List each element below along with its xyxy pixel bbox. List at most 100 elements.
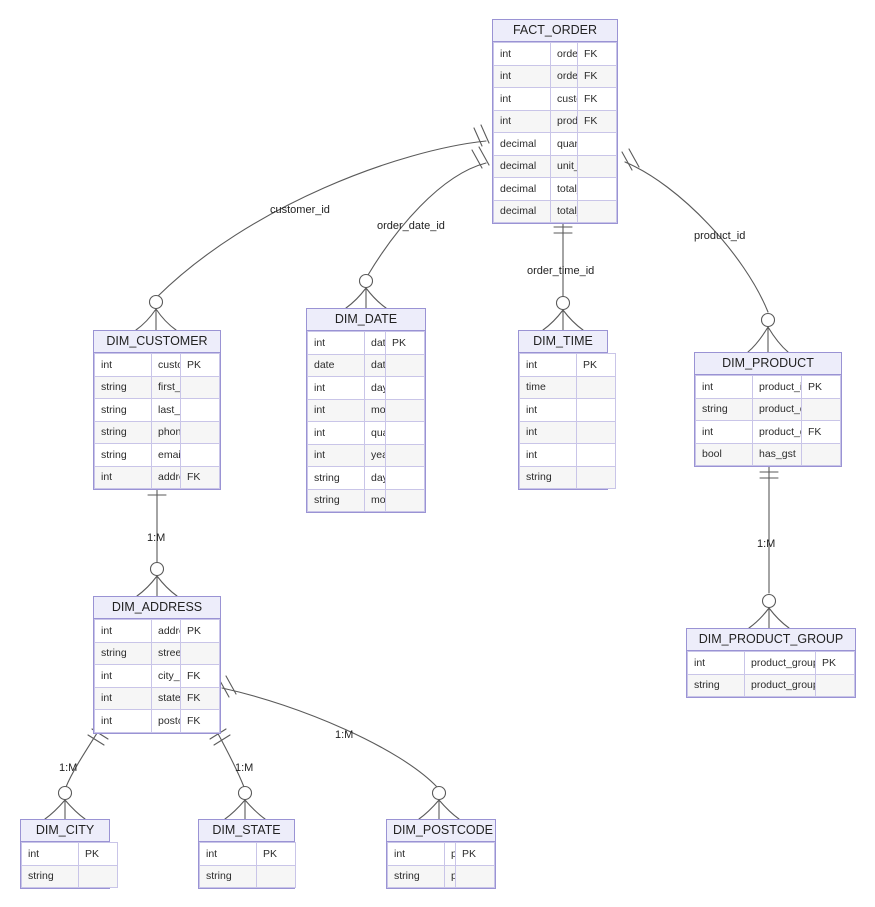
column-type: int [687, 651, 745, 675]
relationship-edge-address-state [209, 728, 266, 820]
entity-column-row[interactable]: stringemail_address [94, 443, 220, 467]
edge-label-rel-address-city: 1:M [59, 762, 78, 774]
entity-title-dim_postcode: DIM_POSTCODE [387, 820, 495, 842]
entity-column-row[interactable]: intyear [307, 443, 425, 467]
entity-column-row[interactable]: datedate [307, 353, 425, 377]
entity-column-row[interactable]: intstate_idFK [94, 686, 220, 710]
column-type: decimal [493, 132, 551, 156]
column-type: int [94, 709, 152, 733]
entity-column-row[interactable]: intorder_date_idFK [493, 42, 617, 66]
column-type: time [519, 375, 577, 399]
column-key-badge: PK [256, 842, 296, 866]
column-name: address_id [151, 465, 181, 489]
column-type: int [94, 465, 152, 489]
column-name: first_name [151, 375, 181, 399]
entity-column-row[interactable]: stringphone_number [94, 420, 220, 444]
entity-column-row[interactable]: stringpostcode [387, 864, 495, 888]
column-key-badge [180, 641, 220, 665]
edge-label-rel-customer-address: 1:M [147, 532, 166, 544]
relationship-edge-address-city [44, 728, 109, 820]
relationship-edge-customer-id [135, 124, 490, 331]
column-key-badge [385, 398, 425, 422]
column-type: int [307, 443, 365, 467]
entity-column-row[interactable]: timetime [519, 375, 616, 399]
entity-column-row[interactable]: decimaltotal_amount [493, 177, 617, 201]
entity-column-row[interactable]: intproduct_group_idPK [687, 651, 855, 675]
entity-dim_postcode[interactable]: DIM_POSTCODEintpostcode_idPKstringpostco… [386, 819, 496, 889]
entity-dim_time[interactable]: DIM_TIMEinttime_idPKtimetimeinthourintmi… [518, 330, 616, 490]
column-key-badge: FK [577, 87, 617, 111]
column-type: int [199, 842, 257, 866]
entity-column-row[interactable]: intorder_time_idFK [493, 64, 617, 88]
entity-column-row[interactable]: intcustomer_idFK [493, 87, 617, 111]
entity-title-dim_date: DIM_DATE [307, 309, 425, 331]
entity-column-row[interactable]: intpostcode_idPK [387, 842, 495, 866]
entity-column-row[interactable]: intproduct_group_idFK [695, 420, 841, 444]
entity-column-row[interactable]: stringstreet_address [94, 641, 220, 665]
column-key-badge: PK [180, 353, 220, 377]
edge-label-rel-customer: customer_id [270, 204, 330, 216]
entity-column-row[interactable]: intmonth [307, 398, 425, 422]
entity-column-row[interactable]: stringperiod [519, 465, 616, 489]
column-type: string [307, 466, 365, 490]
column-name: product_group_id [752, 420, 802, 444]
entity-column-row[interactable]: intsecond [519, 443, 616, 467]
entity-column-row[interactable]: intquarter [307, 421, 425, 445]
entity-column-row[interactable]: decimaltotal_gst [493, 199, 617, 223]
entity-dim_city[interactable]: DIM_CITYintcity_idPKstringcity [20, 819, 118, 889]
entity-column-row[interactable]: intproduct_idPK [695, 375, 841, 399]
column-name: year [364, 443, 386, 467]
entity-column-row[interactable]: stringproduct_group_description [687, 673, 855, 697]
entity-column-row[interactable]: stringproduct_description [695, 397, 841, 421]
edge-label-rel-product: product_id [694, 230, 746, 242]
entity-column-row[interactable]: stringcity [21, 864, 118, 888]
entity-column-row[interactable]: bool has_gst [695, 442, 841, 466]
column-name: postcode_id [151, 709, 181, 733]
column-key-badge [78, 864, 118, 888]
column-name: address_id [151, 619, 181, 643]
column-key-badge [385, 421, 425, 445]
entity-column-row[interactable]: intcity_idPK [21, 842, 118, 866]
edge-label-rel-order-date: order_date_id [377, 220, 445, 232]
entity-column-row[interactable]: intcustomer_idPK [94, 353, 220, 377]
column-type: bool [695, 442, 753, 466]
entity-column-row[interactable]: intaddress_idPK [94, 619, 220, 643]
entity-column-row[interactable]: stringfirst_name [94, 375, 220, 399]
entity-dim_customer[interactable]: DIM_CUSTOMERintcustomer_idPKstringfirst_… [93, 330, 221, 490]
column-key-badge: FK [577, 42, 617, 66]
column-name: order_time_id [550, 64, 578, 88]
column-key-badge [576, 443, 616, 467]
entity-column-row[interactable]: decimalunit_amount [493, 154, 617, 178]
entity-column-row[interactable]: intcity_idFK [94, 664, 220, 688]
column-type: int [493, 87, 551, 111]
entity-dim_address[interactable]: DIM_ADDRESSintaddress_idPKstringstreet_a… [93, 596, 221, 734]
column-name: last_name [151, 398, 181, 422]
entity-column-row[interactable]: stringday_name [307, 466, 425, 490]
column-name: has_gst [752, 442, 802, 466]
entity-dim_product_group[interactable]: DIM_PRODUCT_GROUPintproduct_group_idPKst… [686, 628, 856, 698]
entity-dim_product[interactable]: DIM_PRODUCTintproduct_idPKstringproduct_… [694, 352, 842, 467]
entity-column-row[interactable]: inthour [519, 398, 616, 422]
entity-column-row[interactable]: stringmonth_name [307, 488, 425, 512]
entity-column-row[interactable]: intminute [519, 420, 616, 444]
entity-column-row[interactable]: intpostcode_idFK [94, 709, 220, 733]
entity-column-row[interactable]: stringstate [199, 864, 296, 888]
entity-column-row[interactable]: intday [307, 376, 425, 400]
column-type: int [94, 664, 152, 688]
column-key-badge [815, 673, 855, 697]
entity-column-row[interactable]: decimalquantity [493, 132, 617, 156]
entity-column-row[interactable]: intaddress_idFK [94, 465, 220, 489]
column-key-badge [576, 420, 616, 444]
entity-column-row[interactable]: intdate_idPK [307, 331, 425, 355]
entity-dim_date[interactable]: DIM_DATEintdate_idPKdatedateintdayintmon… [306, 308, 426, 513]
entity-fact_order[interactable]: FACT_ORDERintorder_date_idFKintorder_tim… [492, 19, 618, 224]
column-key-badge [577, 199, 617, 223]
column-type: int [695, 375, 753, 399]
column-type: int [21, 842, 79, 866]
entity-column-row[interactable]: intstate_idPK [199, 842, 296, 866]
entity-column-row[interactable]: inttime_idPK [519, 353, 616, 377]
entity-dim_state[interactable]: DIM_STATEintstate_idPKstringstate [198, 819, 296, 889]
entity-column-row[interactable]: stringlast_name [94, 398, 220, 422]
entity-column-row[interactable]: intproduct_idFK [493, 109, 617, 133]
column-key-badge [180, 443, 220, 467]
